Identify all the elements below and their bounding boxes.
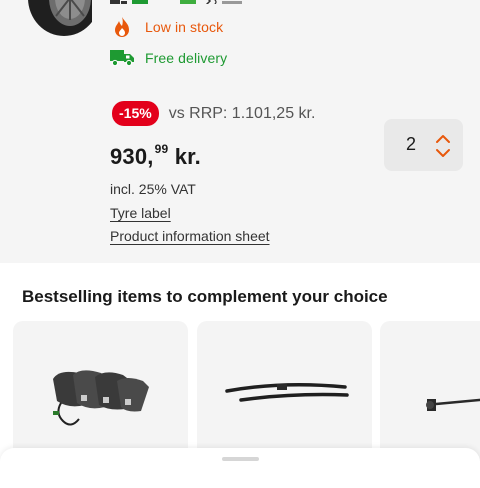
drag-handle[interactable] xyxy=(222,457,259,461)
product-summary: Low in stock Free delivery -15% vs RRP: … xyxy=(0,0,480,263)
delivery-status: Free delivery xyxy=(110,46,227,70)
price-currency: kr. xyxy=(174,144,201,169)
delivery-text: Free delivery xyxy=(145,50,228,66)
price-main: 930, xyxy=(110,144,154,169)
tyre-label-icons xyxy=(110,0,270,4)
price-comparison: -15% vs RRP: 1.101,25 kr. xyxy=(112,101,315,126)
delivery-truck-icon xyxy=(110,46,134,70)
recommendation-card[interactable] xyxy=(380,321,480,461)
chevron-up-down-icon[interactable] xyxy=(435,133,451,159)
rrp-price: vs RRP: 1.101,25 kr. xyxy=(168,104,316,122)
price-cents: 99 xyxy=(154,142,169,156)
sensor-cable-icon xyxy=(426,398,480,411)
tyre-image xyxy=(26,0,92,38)
bottom-sheet[interactable] xyxy=(0,448,480,488)
brake-pads-icon xyxy=(53,370,149,426)
wiper-blades-icon xyxy=(225,383,349,402)
discount-badge: -15% xyxy=(112,101,159,126)
current-price: 930,99 kr. xyxy=(110,142,201,170)
product-info-sheet-link[interactable]: Product information sheet xyxy=(110,228,270,244)
vat-note: incl. 25% VAT xyxy=(110,181,196,197)
flame-icon xyxy=(110,15,134,39)
stock-status: Low in stock xyxy=(110,15,223,39)
recommendation-card[interactable] xyxy=(197,321,372,461)
quantity-stepper[interactable]: 2 xyxy=(384,119,463,171)
quantity-value: 2 xyxy=(406,134,417,154)
tyre-label-link[interactable]: Tyre label xyxy=(110,205,171,221)
stock-text: Low in stock xyxy=(145,19,224,35)
recommendation-card[interactable] xyxy=(13,321,188,461)
recommendations-title: Bestselling items to complement your cho… xyxy=(22,287,388,306)
